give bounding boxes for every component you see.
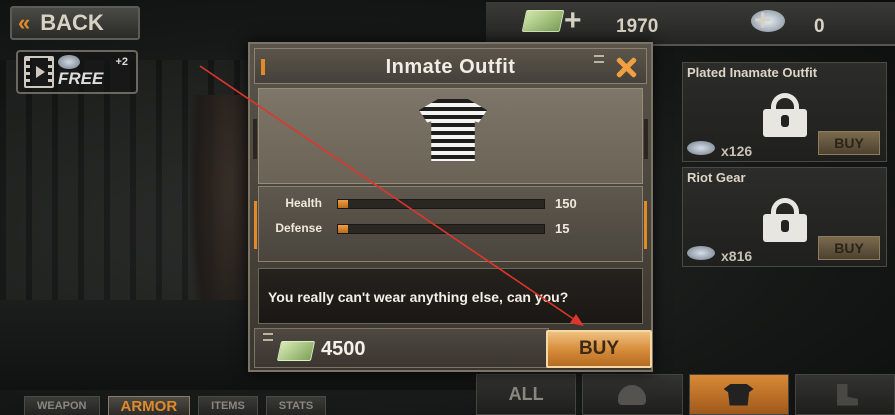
tab-stats[interactable]: STATS <box>265 396 327 415</box>
boot-icon <box>837 383 858 406</box>
item-description: You really can't wear anything else, can… <box>268 289 569 305</box>
gem-amount: 0 <box>814 16 825 37</box>
armor-filter-bar: ALL <box>476 374 895 415</box>
free-reward: FREE <box>58 55 103 89</box>
stats-edge-right <box>644 201 647 249</box>
filter-all[interactable]: ALL <box>476 374 577 415</box>
item-title: Plated Inamate Outfit <box>687 65 818 80</box>
item-card-riot-gear[interactable]: Riot Gear x816 BUY <box>682 167 887 267</box>
grip-icon <box>263 333 273 341</box>
tab-armor[interactable]: ARMOR <box>107 396 191 415</box>
item-price: x126 <box>721 143 753 159</box>
item-preview-panel <box>253 88 648 184</box>
stats-panel: Health 150 Defense 15 <box>254 186 647 262</box>
modal-title: Inmate Outfit <box>385 56 516 78</box>
item-price: 4500 <box>321 338 366 360</box>
item-title: Riot Gear <box>687 170 746 185</box>
item-card-plated-inmate-outfit[interactable]: Plated Inamate Outfit x126 BUY <box>682 62 887 162</box>
lock-icon <box>763 198 807 242</box>
stat-row-defense: Defense 15 <box>259 219 644 239</box>
currency-bar: + 1970 + 0 <box>486 2 895 46</box>
free-bonus: +2 <box>115 56 128 68</box>
free-gems-video-button[interactable]: FREE +2 <box>16 50 138 94</box>
stat-bar <box>337 224 545 234</box>
gem-icon <box>687 141 715 155</box>
stat-value: 15 <box>555 221 570 236</box>
shirt-icon <box>419 99 487 161</box>
add-cash-plus-icon[interactable]: + <box>564 6 586 36</box>
filter-boots[interactable] <box>794 374 895 415</box>
lock-icon <box>763 93 807 137</box>
gem-icon <box>687 246 715 260</box>
stat-bar-fill <box>338 200 349 208</box>
description-panel: You really can't wear anything else, can… <box>258 268 643 324</box>
item-detail-modal: Inmate Outfit Health 150 Defense 15 You … <box>248 42 653 372</box>
filter-outfit[interactable] <box>688 374 789 415</box>
price-bar: 4500 <box>254 328 549 368</box>
back-button[interactable]: « BACK <box>10 6 140 40</box>
stat-label: Health <box>285 196 322 210</box>
panel-edge-right <box>644 119 648 159</box>
video-icon <box>24 56 54 88</box>
item-buy-button[interactable]: BUY <box>818 236 880 260</box>
grip-icon <box>594 55 604 63</box>
item-buy-button[interactable]: BUY <box>818 131 880 155</box>
tab-weapon[interactable]: WEAPON <box>24 396 100 415</box>
buy-button[interactable]: BUY <box>546 330 652 368</box>
stat-bar-fill <box>338 225 349 233</box>
back-label: BACK <box>40 10 104 35</box>
modal-header: Inmate Outfit <box>254 48 647 84</box>
item-price: x816 <box>721 248 753 264</box>
add-gems-plus-icon[interactable]: + <box>754 6 776 36</box>
free-label: FREE <box>58 69 104 88</box>
helmet-icon <box>618 384 647 405</box>
cash-amount: 1970 <box>616 16 659 37</box>
stat-value: 150 <box>555 196 577 211</box>
cash-icon <box>521 10 565 32</box>
category-tabs: WEAPON ARMOR ITEMS STATS <box>24 396 464 415</box>
close-icon[interactable] <box>612 53 640 81</box>
stat-bar <box>337 199 545 209</box>
panel-edge-left <box>253 119 257 159</box>
stats-edge-left <box>254 201 257 249</box>
tab-items[interactable]: ITEMS <box>198 396 258 415</box>
back-chevrons-icon: « <box>18 10 31 35</box>
stat-row-health: Health 150 <box>259 194 644 214</box>
shirt-icon <box>723 383 754 406</box>
filter-helmet[interactable] <box>582 374 683 415</box>
stat-label: Defense <box>275 221 322 235</box>
cash-icon <box>276 341 316 361</box>
gem-icon <box>58 55 80 69</box>
